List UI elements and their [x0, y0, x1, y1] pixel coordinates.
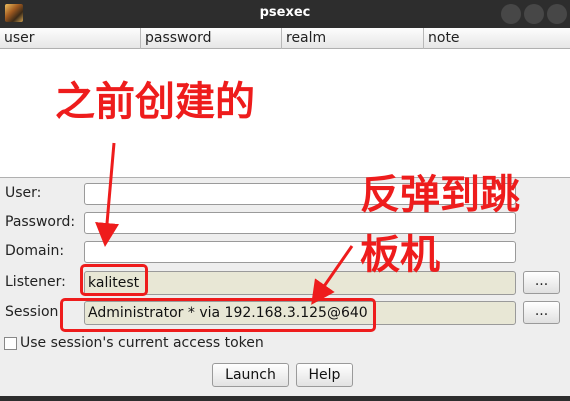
- annotation-reverse-line1: 反弹到跳: [360, 172, 520, 218]
- session-highlight-box: [60, 298, 376, 332]
- help-button[interactable]: Help: [296, 363, 353, 387]
- listener-highlight-box: [80, 264, 148, 296]
- token-checkbox[interactable]: [4, 337, 17, 350]
- user-label: User:: [5, 185, 42, 201]
- session-browse-button[interactable]: ...: [523, 301, 560, 324]
- title-bar: psexec: [0, 0, 570, 28]
- window-title: psexec: [259, 5, 311, 20]
- launch-button[interactable]: Launch: [212, 363, 289, 387]
- domain-label: Domain:: [5, 243, 65, 259]
- credentials-table-header: user password realm note: [0, 28, 570, 49]
- window-bottom-border: [0, 396, 570, 401]
- column-header-note[interactable]: note: [424, 28, 570, 49]
- session-label: Session: [5, 304, 59, 320]
- close-button[interactable]: [547, 4, 567, 24]
- column-header-password[interactable]: password: [141, 28, 282, 49]
- password-label: Password:: [5, 214, 76, 230]
- listener-label: Listener:: [5, 274, 66, 290]
- listener-browse-button[interactable]: ...: [523, 271, 560, 294]
- minimize-button[interactable]: [501, 4, 521, 24]
- annotation-reverse-line2: 板机: [360, 232, 440, 278]
- listener-select[interactable]: kalitest: [84, 271, 516, 295]
- maximize-button[interactable]: [524, 4, 544, 24]
- token-checkbox-label: Use session's current access token: [20, 335, 264, 351]
- annotation-previous-created: 之前创建的: [55, 79, 255, 125]
- domain-input[interactable]: [84, 241, 516, 263]
- column-header-realm[interactable]: realm: [282, 28, 424, 49]
- column-header-user[interactable]: user: [0, 28, 141, 49]
